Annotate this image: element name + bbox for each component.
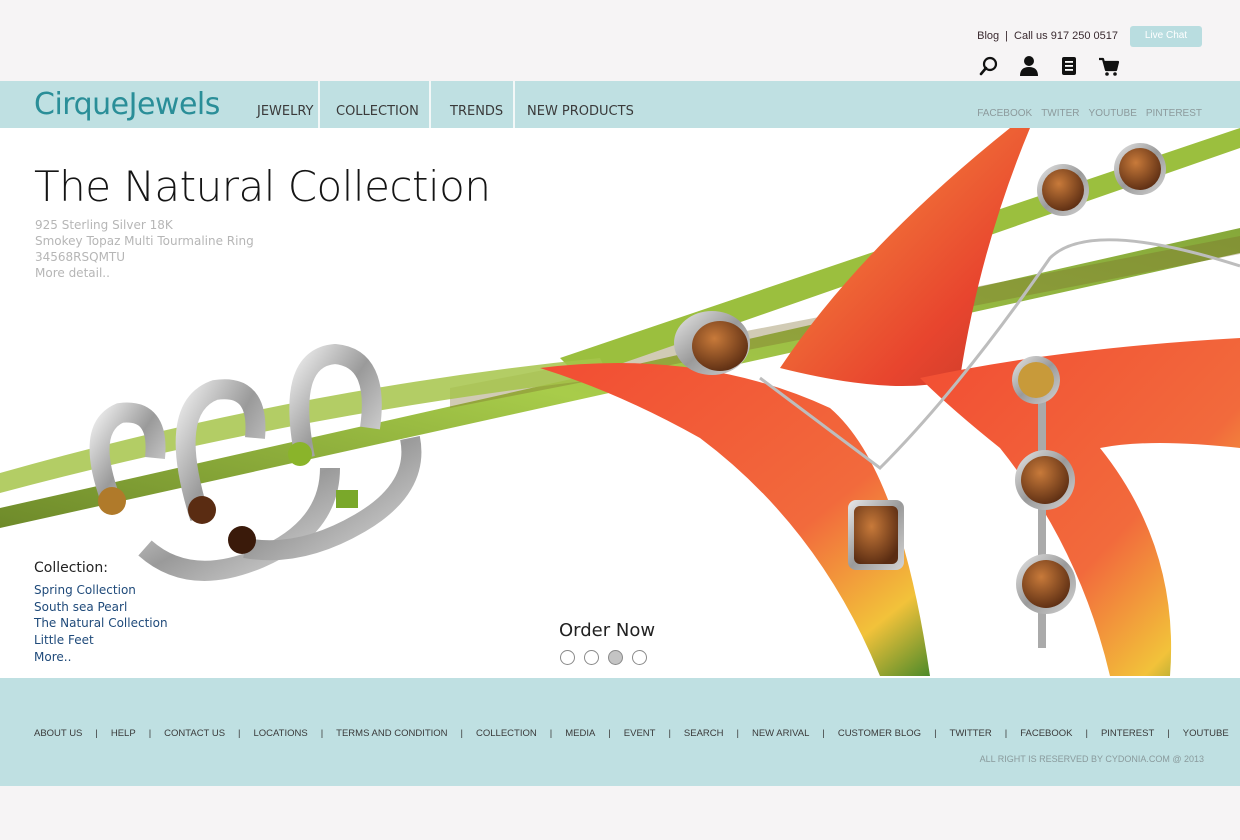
product-name: Smokey Topaz Multi Tourmaline Ring (35, 234, 254, 248)
order-now-button[interactable]: Order Now (559, 620, 655, 641)
utility-separator: | (1005, 30, 1009, 42)
footer-separator: | (1167, 728, 1170, 739)
footer-separator: | (1004, 728, 1008, 739)
social-links: FACEBOOK TWITER YOUTUBE PINTEREST (977, 108, 1202, 119)
footer-links: ABOUT US | HELP | CONTACT US | LOCATIONS | TERMS… (34, 728, 1229, 739)
collection-link-natural[interactable]: The Natural Collection (34, 615, 168, 632)
footer-separator: | (320, 728, 324, 739)
slide-dot-active[interactable] (608, 650, 623, 665)
footer-link[interactable]: HELP (111, 728, 136, 739)
call-us-text: Call us 917 250 0517 (1014, 30, 1118, 42)
social-twitter[interactable]: TWITER (1041, 108, 1079, 119)
hero-banner: The Natural Collection 925 Sterling Silv… (0, 128, 1240, 678)
footer-separator: | (736, 728, 739, 739)
utility-icons (978, 54, 1120, 78)
collection-link-spring[interactable]: Spring Collection (34, 582, 168, 599)
footer-separator: | (95, 728, 98, 739)
footer-link[interactable]: MEDIA (565, 728, 595, 739)
page-bottom-strip (0, 786, 1240, 840)
collection-list: Collection: Spring Collection South sea … (34, 560, 168, 666)
social-pinterest[interactable]: PINTEREST (1146, 108, 1202, 119)
blog-link[interactable]: Blog (977, 30, 999, 42)
nav-divider (429, 81, 431, 128)
social-youtube[interactable]: YOUTUBE (1089, 108, 1137, 119)
list-icon[interactable] (1058, 54, 1080, 78)
nav-item-trends[interactable]: TRENDS (450, 81, 503, 128)
nav-item-jewelry[interactable]: JEWELRY (257, 81, 314, 128)
utility-links: Blog | Call us 917 250 0517 (977, 30, 1118, 42)
product-detail: 925 Sterling Silver 18K Smokey Topaz Mul… (35, 217, 254, 281)
slide-dot[interactable] (632, 650, 647, 665)
footer-separator: | (238, 728, 241, 739)
footer-separator: | (549, 728, 553, 739)
footer-link[interactable]: COLLECTION (476, 728, 537, 739)
footer-link[interactable]: SEARCH (684, 728, 724, 739)
slide-pager (560, 650, 647, 665)
nav-divider (513, 81, 515, 128)
nav-item-collection[interactable]: COLLECTION (336, 81, 419, 128)
product-material: 925 Sterling Silver 18K (35, 218, 173, 232)
footer-separator: | (608, 728, 611, 739)
footer-separator: | (1085, 728, 1088, 739)
footer-link[interactable]: TWITTER (950, 728, 992, 739)
brand-logo[interactable]: CirqueJewels (34, 87, 220, 122)
main-nav-bar: CirqueJewels JEWELRY COLLECTION TRENDS N… (0, 81, 1240, 128)
hero-title: The Natural Collection (34, 162, 491, 211)
footer-link[interactable]: CUSTOMER BLOG (838, 728, 921, 739)
footer-link[interactable]: TERMS AND CONDITION (336, 728, 447, 739)
footer-link[interactable]: YOUTUBE (1183, 728, 1229, 739)
user-icon[interactable] (1018, 54, 1040, 78)
copyright: ALL RIGHT IS RESERVED BY CYDONIA.COM @ 2… (979, 754, 1204, 764)
footer-separator: | (460, 728, 464, 739)
collection-link-more[interactable]: More.. (34, 649, 168, 666)
cart-icon[interactable] (1098, 54, 1120, 78)
nav-divider (318, 81, 320, 128)
collection-link-little-feet[interactable]: Little Feet (34, 632, 168, 649)
live-chat-button[interactable]: Live Chat (1130, 26, 1202, 47)
collection-heading: Collection: (34, 560, 108, 576)
footer-separator: | (668, 728, 671, 739)
product-sku: 34568RSQMTU (35, 250, 126, 264)
social-facebook[interactable]: FACEBOOK (977, 108, 1032, 119)
footer-link[interactable]: NEW ARIVAL (752, 728, 809, 739)
footer-link[interactable]: EVENT (624, 728, 656, 739)
nav-item-new-products[interactable]: NEW PRODUCTS (527, 81, 634, 128)
footer-link[interactable]: LOCATIONS (254, 728, 308, 739)
slide-dot[interactable] (560, 650, 575, 665)
footer-link[interactable]: ABOUT US (34, 728, 82, 739)
collection-link-south-sea-pearl[interactable]: South sea Pearl (34, 599, 168, 616)
more-detail-link[interactable]: More detail.. (35, 265, 254, 281)
footer-link[interactable]: FACEBOOK (1020, 728, 1072, 739)
search-icon[interactable] (978, 54, 1000, 78)
footer-separator: | (934, 728, 937, 739)
footer-separator: | (148, 728, 152, 739)
slide-dot[interactable] (584, 650, 599, 665)
footer: ABOUT US | HELP | CONTACT US | LOCATIONS | TERMS… (0, 678, 1240, 786)
footer-link[interactable]: PINTEREST (1101, 728, 1154, 739)
footer-link[interactable]: CONTACT US (164, 728, 225, 739)
top-utility-bar: Blog | Call us 917 250 0517 Live Chat (0, 0, 1240, 81)
footer-separator: | (822, 728, 825, 739)
